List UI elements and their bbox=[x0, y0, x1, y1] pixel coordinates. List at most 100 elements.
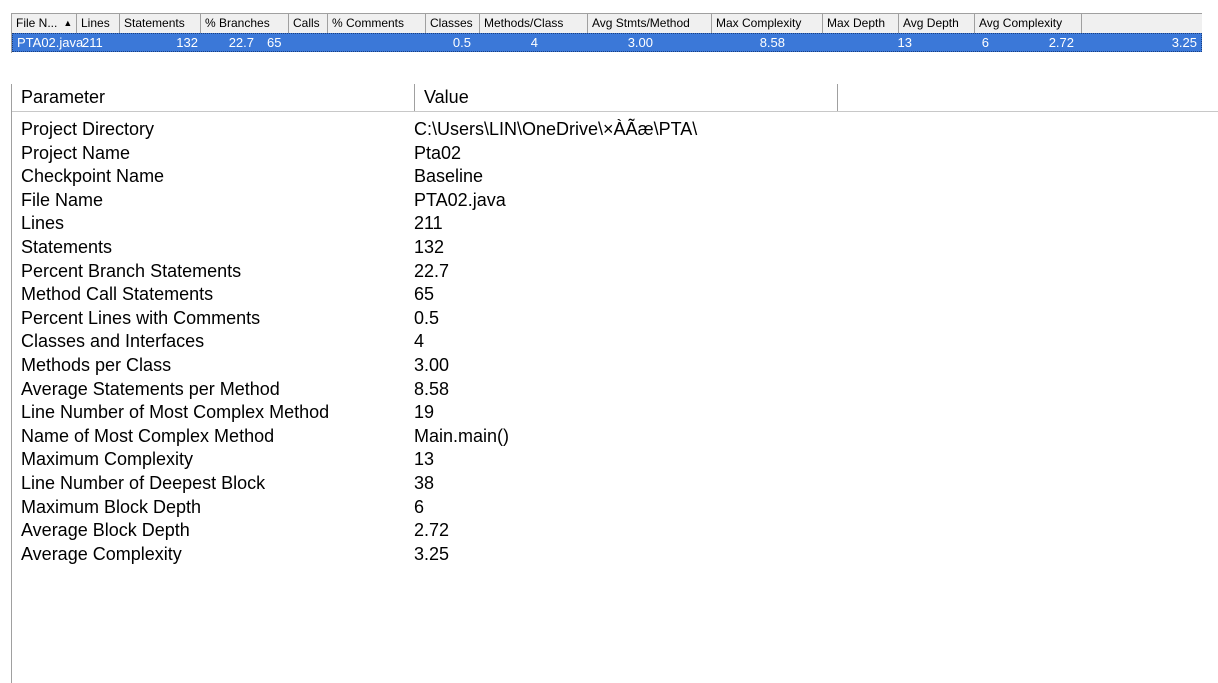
cell-lines: 211 bbox=[82, 35, 103, 50]
parameter-name: Maximum Complexity bbox=[21, 449, 194, 470]
list-item[interactable]: Lines 211 bbox=[12, 212, 1218, 236]
parameter-value: C:\Users\LIN\OneDrive\×ÀÃæ\PTA\ bbox=[414, 119, 698, 139]
column-header-label: Methods/Class bbox=[484, 16, 564, 30]
column-header-avg-depth[interactable]: Avg Depth bbox=[899, 14, 975, 33]
parameter-name: Methods per Class bbox=[21, 354, 172, 375]
parameter-name: Line Number of Most Complex Method bbox=[21, 402, 330, 423]
column-header-avg-complexity[interactable]: Avg Complexity bbox=[975, 14, 1082, 33]
metrics-table: File N... ▲ Lines Statements % Branches C… bbox=[11, 13, 1202, 53]
parameter-name: Name of Most Complex Method bbox=[21, 425, 275, 446]
column-header-comments[interactable]: % Comments bbox=[328, 14, 426, 33]
column-header-value[interactable]: Value bbox=[415, 84, 838, 111]
parameter-name: Lines bbox=[21, 213, 65, 234]
column-header-empty[interactable] bbox=[838, 84, 1218, 111]
column-header-methods-per-class[interactable]: Methods/Class bbox=[480, 14, 588, 33]
list-item[interactable]: Maximum Block Depth 6 bbox=[12, 496, 1218, 520]
cell-avg-stmts-per-method: 8.58 bbox=[759, 35, 785, 50]
column-header-file-name[interactable]: File N... ▲ bbox=[12, 14, 77, 33]
cell-max-complexity: 13 bbox=[897, 35, 912, 50]
cell-calls: 65 bbox=[267, 35, 282, 50]
parameter-value: Pta02 bbox=[414, 142, 462, 163]
cell-branches: 22.7 bbox=[228, 35, 254, 50]
list-item[interactable]: Percent Branch Statements 22.7 bbox=[12, 260, 1218, 284]
parameter-name: Line Number of Deepest Block bbox=[21, 472, 266, 493]
column-header-label: File N... bbox=[16, 16, 58, 30]
column-header-label: Lines bbox=[81, 16, 110, 30]
column-header-calls[interactable]: Calls bbox=[289, 14, 328, 33]
list-item[interactable]: Statements 132 bbox=[12, 236, 1218, 260]
parameter-name: Average Complexity bbox=[21, 543, 182, 564]
parameter-name: Method Call Statements bbox=[21, 284, 214, 305]
list-item[interactable]: Project Directory C:\Users\LIN\OneDrive\×… bbox=[12, 118, 1218, 142]
list-item[interactable]: Methods per Class 3.00 bbox=[12, 354, 1218, 378]
metrics-header-row: File N... ▲ Lines Statements % Branches C… bbox=[12, 13, 1202, 34]
column-header-label: Max Depth bbox=[827, 16, 886, 30]
parameter-value: 65 bbox=[414, 284, 435, 305]
cell-statements: 132 bbox=[176, 35, 198, 50]
list-item[interactable]: Percent Lines with Comments 0.5 bbox=[12, 307, 1218, 331]
parameter-value: 211 bbox=[414, 213, 443, 234]
parameter-name: Percent Branch Statements bbox=[21, 260, 242, 281]
parameter-value: 13 bbox=[414, 449, 435, 470]
parameter-list-header: Parameter Value bbox=[12, 84, 1218, 112]
parameter-name: Checkpoint Name bbox=[21, 166, 165, 187]
list-item[interactable]: Line Number of Deepest Block 38 bbox=[12, 472, 1218, 496]
parameter-value: 132 bbox=[414, 236, 445, 257]
column-header-parameter[interactable]: Parameter bbox=[12, 84, 415, 111]
parameter-name: Project Directory bbox=[21, 119, 155, 139]
parameter-value: 4 bbox=[414, 331, 425, 352]
parameter-value: 2.72 bbox=[414, 520, 450, 541]
list-item[interactable]: Name of Most Complex Method Main.main() bbox=[12, 425, 1218, 449]
parameter-value: 22.7 bbox=[414, 260, 450, 281]
column-header-avg-stmts-per-method[interactable]: Avg Stmts/Method bbox=[588, 14, 712, 33]
parameter-value: Baseline bbox=[414, 166, 484, 187]
parameter-value: 19 bbox=[414, 402, 435, 423]
parameter-value: 38 bbox=[414, 472, 435, 493]
column-header-max-depth[interactable]: Max Depth bbox=[823, 14, 899, 33]
parameter-name: File Name bbox=[21, 189, 104, 210]
column-header-lines[interactable]: Lines bbox=[77, 14, 120, 33]
parameter-name: Statements bbox=[21, 236, 113, 257]
list-item[interactable]: Method Call Statements 65 bbox=[12, 283, 1218, 307]
list-item[interactable]: Line Number of Most Complex Method 19 bbox=[12, 401, 1218, 425]
cell-comments: 0.5 bbox=[452, 35, 471, 50]
parameter-value: 8.58 bbox=[414, 378, 450, 399]
parameter-value: 6 bbox=[414, 496, 425, 517]
parameter-name: Maximum Block Depth bbox=[21, 496, 202, 517]
list-item[interactable]: File Name PTA02.java bbox=[12, 189, 1218, 213]
column-header-label: Avg Depth bbox=[903, 16, 959, 30]
column-header-statements[interactable]: Statements bbox=[120, 14, 201, 33]
column-header-label: Calls bbox=[293, 16, 320, 30]
parameter-value: PTA02.java bbox=[414, 189, 506, 210]
parameter-name: Classes and Interfaces bbox=[21, 331, 205, 352]
cell-max-depth: 6 bbox=[981, 35, 989, 50]
list-item[interactable]: Average Statements per Method 8.58 bbox=[12, 378, 1218, 402]
sort-ascending-icon: ▲ bbox=[63, 18, 73, 28]
column-header-label: % Branches bbox=[205, 16, 270, 30]
parameter-value: 3.00 bbox=[414, 354, 450, 375]
parameter-list: Parameter Value Project Directory C:\User… bbox=[11, 84, 1218, 683]
parameter-name: Project Name bbox=[21, 142, 131, 163]
column-header-label: Classes bbox=[430, 16, 473, 30]
list-item[interactable]: Average Block Depth 2.72 bbox=[12, 519, 1218, 543]
column-header-classes[interactable]: Classes bbox=[426, 14, 480, 33]
column-header-label: Max Complexity bbox=[716, 16, 802, 30]
list-item[interactable]: Checkpoint Name Baseline bbox=[12, 165, 1218, 189]
column-header-branches[interactable]: % Branches bbox=[201, 14, 289, 33]
cell-avg-complexity: 3.25 bbox=[1171, 35, 1197, 50]
list-item[interactable]: Average Complexity 3.25 bbox=[12, 543, 1218, 567]
parameter-name: Average Block Depth bbox=[21, 520, 190, 541]
selected-table-row[interactable]: PTA02.java 211 132 22.7 65 0.5 4 3.00 8.… bbox=[12, 33, 1202, 52]
column-header-label: Avg Complexity bbox=[979, 16, 1063, 30]
parameter-rows: Project Directory C:\Users\LIN\OneDrive\×… bbox=[12, 118, 1218, 566]
parameter-name: Percent Lines with Comments bbox=[21, 307, 261, 328]
parameter-value: 3.25 bbox=[414, 543, 450, 564]
list-item[interactable]: Classes and Interfaces 4 bbox=[12, 330, 1218, 354]
cell-file-name: PTA02.java bbox=[17, 35, 84, 50]
column-header-max-complexity[interactable]: Max Complexity bbox=[712, 14, 823, 33]
list-item[interactable]: Project Name Pta02 bbox=[12, 142, 1218, 166]
parameter-value: 0.5 bbox=[414, 307, 440, 328]
cell-classes: 4 bbox=[530, 35, 538, 50]
list-item[interactable]: Maximum Complexity 13 bbox=[12, 448, 1218, 472]
column-header-label: Avg Stmts/Method bbox=[592, 16, 690, 30]
